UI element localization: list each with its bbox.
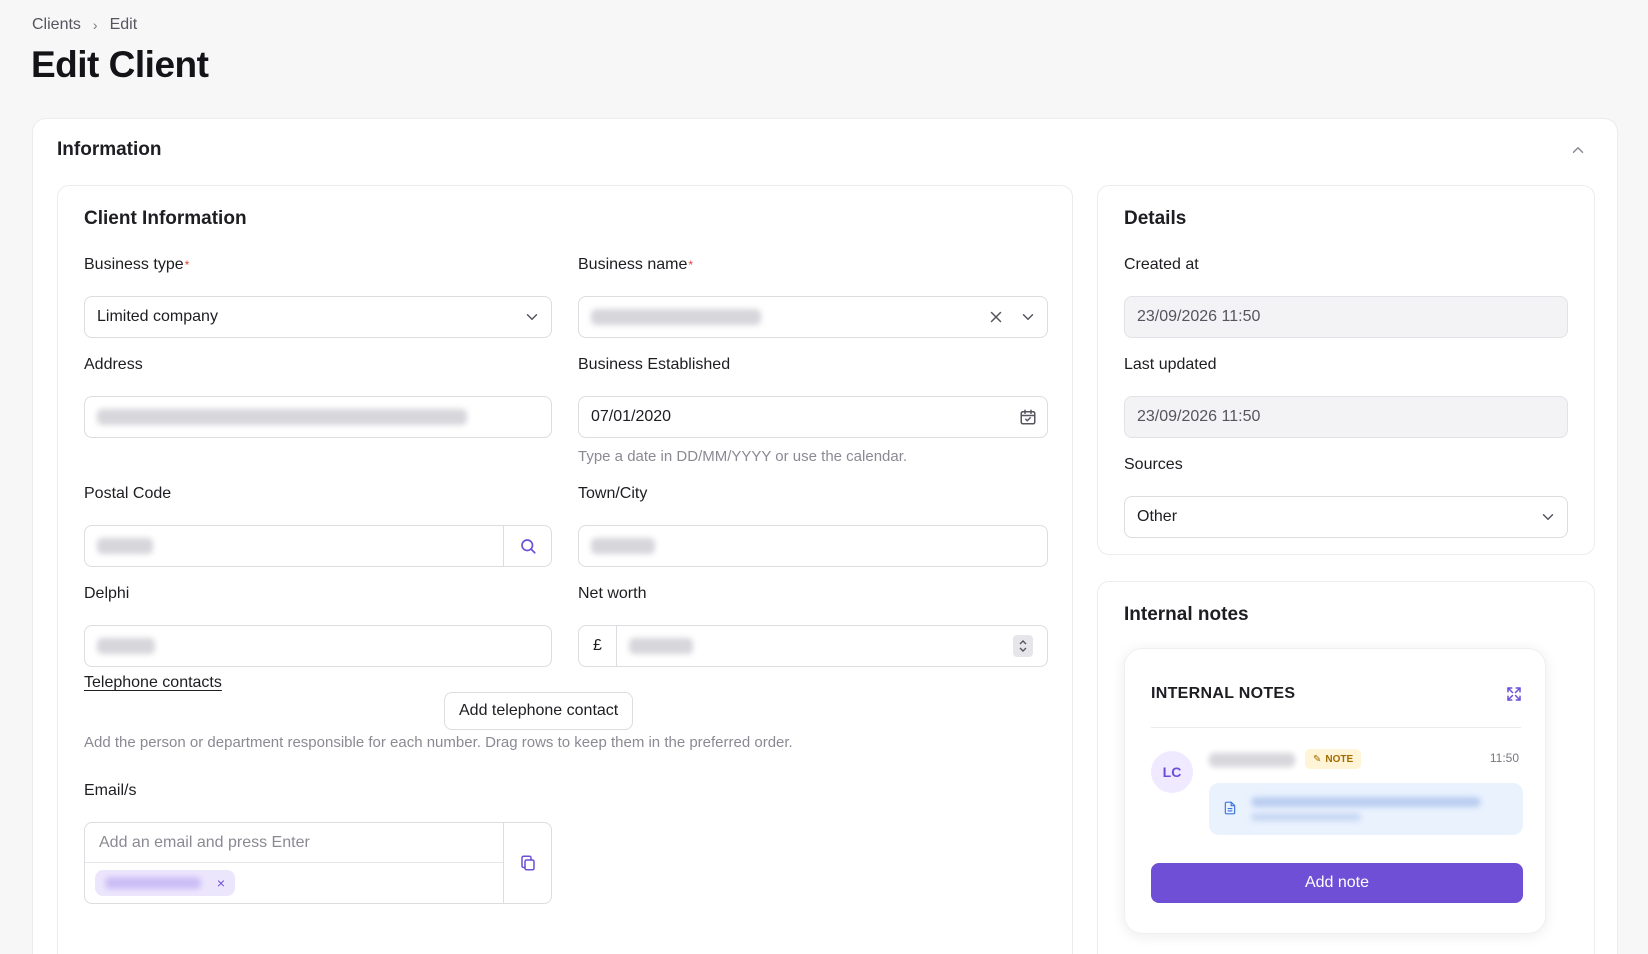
details-card: Details Created at 23/09/2026 11:50 Last… xyxy=(1097,185,1595,555)
currency-prefix: £ xyxy=(579,626,617,666)
required-marker: * xyxy=(688,258,694,272)
note-badge: ✎ NOTE xyxy=(1305,749,1362,769)
business-name-value-redacted xyxy=(591,309,761,325)
copy-emails-button[interactable] xyxy=(503,823,551,903)
add-note-button[interactable]: Add note xyxy=(1151,863,1523,903)
address-field: Address xyxy=(84,354,552,438)
postal-code-input[interactable] xyxy=(84,525,552,567)
details-title: Details xyxy=(1124,208,1187,229)
last-updated-field: Last updated 23/09/2026 11:50 xyxy=(1124,354,1568,438)
clear-icon[interactable] xyxy=(987,308,1005,326)
postal-code-value-redacted xyxy=(97,538,153,554)
number-stepper[interactable] xyxy=(1013,635,1033,657)
search-icon xyxy=(520,539,536,554)
chevron-down-icon[interactable] xyxy=(1019,308,1037,326)
town-city-label: Town/City xyxy=(578,485,648,502)
business-name-combobox[interactable] xyxy=(578,296,1048,338)
last-updated-label: Last updated xyxy=(1124,356,1217,373)
document-icon xyxy=(1224,801,1236,815)
created-at-input: 23/09/2026 11:50 xyxy=(1124,296,1568,338)
telephone-hint: Add the person or department responsible… xyxy=(84,734,793,751)
avatar: LC xyxy=(1151,751,1193,793)
note-text-redacted xyxy=(1251,813,1361,821)
emails-field: Email/s Add an email and press Enter × xyxy=(84,780,552,904)
email-input[interactable]: Add an email and press Enter xyxy=(85,823,503,863)
note-text-redacted xyxy=(1251,797,1481,807)
section-title: Information xyxy=(57,139,162,160)
email-chip-value-redacted xyxy=(105,877,201,889)
created-at-field: Created at 23/09/2026 11:50 xyxy=(1124,254,1568,338)
chevron-up-icon[interactable] xyxy=(1569,141,1587,159)
net-worth-field: Net worth £ xyxy=(578,583,1048,667)
copy-icon xyxy=(520,855,535,871)
business-name-label: Business name* xyxy=(578,256,694,273)
created-at-label: Created at xyxy=(1124,256,1199,273)
sources-field: Sources Other xyxy=(1124,454,1568,538)
sources-select[interactable]: Other xyxy=(1124,496,1568,538)
net-worth-value-redacted xyxy=(629,638,693,654)
business-established-label: Business Established xyxy=(578,356,731,373)
add-telephone-contact-button[interactable]: Add telephone contact xyxy=(444,692,634,730)
internal-notes-panel-title: INTERNAL NOTES xyxy=(1151,685,1296,702)
breadcrumb: Clients › Edit xyxy=(32,16,137,34)
business-type-value: Limited company xyxy=(97,308,218,325)
net-worth-label: Net worth xyxy=(578,585,647,602)
sources-label: Sources xyxy=(1124,456,1183,473)
delphi-value-redacted xyxy=(97,638,155,654)
breadcrumb-clients-link[interactable]: Clients xyxy=(32,16,81,34)
sources-value: Other xyxy=(1137,508,1178,525)
address-value-redacted xyxy=(97,409,467,425)
last-updated-value: 23/09/2026 11:50 xyxy=(1137,408,1261,425)
breadcrumb-separator: › xyxy=(92,17,98,33)
required-marker: * xyxy=(184,258,190,272)
postal-code-field: Postal Code xyxy=(84,483,552,567)
stepper-arrows-icon xyxy=(1019,640,1027,652)
information-section: Information Client Information Business … xyxy=(32,118,1618,954)
emails-label: Email/s xyxy=(84,782,137,799)
address-label: Address xyxy=(84,356,143,373)
postal-code-label: Postal Code xyxy=(84,485,172,502)
note-time: 11:50 xyxy=(1489,751,1519,765)
email-tag-input: Add an email and press Enter × xyxy=(84,822,552,904)
telephone-contacts-link[interactable]: Telephone contacts xyxy=(84,674,222,692)
town-city-value-redacted xyxy=(591,538,655,554)
town-city-field: Town/City xyxy=(578,483,1048,567)
last-updated-input: 23/09/2026 11:50 xyxy=(1124,396,1568,438)
note-badge-label: NOTE xyxy=(1325,753,1354,765)
internal-notes-title: Internal notes xyxy=(1124,604,1249,625)
close-icon[interactable]: × xyxy=(217,875,225,891)
business-established-date-input[interactable]: 07/01/2020 xyxy=(578,396,1048,438)
business-type-field: Business type* Limited company xyxy=(84,254,552,338)
net-worth-input[interactable]: £ xyxy=(578,625,1048,667)
pin-icon: ✎ xyxy=(1313,753,1322,765)
client-information-title: Client Information xyxy=(84,208,247,229)
page-title: Edit Client xyxy=(31,44,209,85)
expand-icon[interactable] xyxy=(1505,685,1523,703)
client-information-card: Client Information Business type* Limite… xyxy=(57,185,1073,954)
business-type-select[interactable]: Limited company xyxy=(84,296,552,338)
notes-divider xyxy=(1151,727,1521,728)
internal-notes-card: Internal notes INTERNAL NOTES LC ✎ NOTE … xyxy=(1097,581,1595,954)
business-name-field: Business name* xyxy=(578,254,1048,338)
email-chip[interactable]: × xyxy=(95,870,235,896)
breadcrumb-current: Edit xyxy=(109,16,138,33)
business-established-value: 07/01/2020 xyxy=(591,408,672,425)
chevron-down-icon xyxy=(526,314,538,320)
note-author-redacted xyxy=(1209,753,1295,767)
town-city-input[interactable] xyxy=(578,525,1048,567)
calendar-icon[interactable] xyxy=(1019,408,1037,426)
postal-code-search-button[interactable] xyxy=(503,526,551,566)
created-at-value: 23/09/2026 11:50 xyxy=(1137,308,1261,325)
chevron-down-icon xyxy=(1542,514,1554,520)
internal-notes-panel: INTERNAL NOTES LC ✎ NOTE 11:50 Add note xyxy=(1124,648,1546,934)
delphi-field: Delphi xyxy=(84,583,552,667)
business-type-label: Business type* xyxy=(84,256,190,273)
business-established-field: Business Established 07/01/2020 Type a d… xyxy=(578,354,1048,465)
date-format-hint: Type a date in DD/MM/YYYY or use the cal… xyxy=(578,448,908,465)
address-input[interactable] xyxy=(84,396,552,438)
delphi-label: Delphi xyxy=(84,585,130,602)
delphi-input[interactable] xyxy=(84,625,552,667)
note-item[interactable] xyxy=(1209,783,1523,835)
